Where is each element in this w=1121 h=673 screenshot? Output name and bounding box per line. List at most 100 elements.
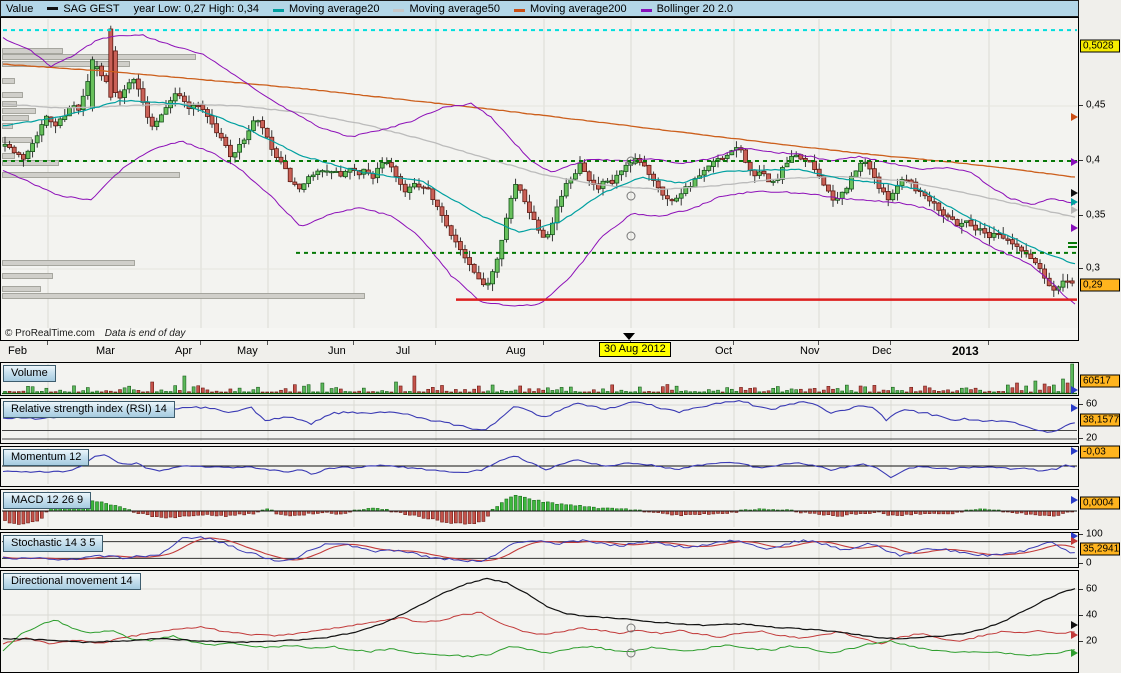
- momentum-value-box: -0,03: [1080, 446, 1120, 459]
- month-label-oct[interactable]: Oct: [715, 345, 732, 357]
- stochastic-panel-label[interactable]: Stochastic 14 3 5: [3, 535, 103, 552]
- legend-item-label: Moving average50: [409, 3, 500, 15]
- indicator-tick-mark: [1079, 438, 1083, 439]
- stochastic-chart-canvas[interactable]: [1, 533, 1078, 567]
- stochastic-value-box: 35,2941: [1080, 543, 1120, 556]
- indicator-tick-label: 0: [1086, 558, 1092, 569]
- momentum-chart-canvas[interactable]: [1, 447, 1078, 486]
- data-note: Data is end of day: [105, 328, 186, 339]
- selected-date-marker-icon: [623, 333, 635, 340]
- volume-panel[interactable]: Volume: [0, 362, 1079, 396]
- instrument-name: SAG GEST: [63, 3, 119, 15]
- moving-average200-swatch: [514, 9, 525, 12]
- macd-panel[interactable]: MACD 12 26 9: [0, 489, 1079, 530]
- time-axis-tick: [988, 341, 989, 345]
- year-range-label: year Low: 0,27 High: 0,34: [134, 3, 259, 15]
- rsi-panel-label[interactable]: Relative strength index (RSI) 14: [3, 401, 175, 418]
- price-tick-mark: [1079, 105, 1083, 106]
- indicator-tick-mark: [1079, 615, 1083, 616]
- directional-movement-panel[interactable]: Directional movement 14: [0, 570, 1079, 673]
- indicator-tick-mark: [1079, 563, 1083, 564]
- support-level-marker-icon: [1068, 246, 1077, 248]
- volume-value-box: 60517: [1080, 375, 1120, 388]
- ma20-level-marker-icon: [1071, 198, 1078, 206]
- macd-panel-label[interactable]: MACD 12 26 9: [3, 492, 91, 509]
- selected-date-label: 30 Aug 2012: [599, 342, 671, 357]
- di-plus-marker-icon: [1071, 649, 1078, 657]
- instrument-swatch: [47, 7, 58, 10]
- copyright-bar: © ProRealTime.com Data is end of day: [1, 328, 1078, 340]
- indicator-tick-label: 60: [1086, 584, 1097, 595]
- price-tick-label: 0,35: [1086, 210, 1105, 221]
- time-axis-tick: [47, 341, 48, 345]
- month-label-apr[interactable]: Apr: [175, 345, 192, 357]
- momentum-marker-icon: [1071, 447, 1078, 455]
- rsi-panel[interactable]: Relative strength index (RSI) 14: [0, 398, 1079, 444]
- price-tick-label: 0,4: [1086, 155, 1100, 166]
- price-axis-column[interactable]: 0,45 0,4 0,35 0,3 60 20 100 0 60 40 20 0,5028 0,29 60…: [1079, 17, 1121, 673]
- month-label-may[interactable]: May: [237, 345, 258, 357]
- price-chart-panel[interactable]: © ProRealTime.com Data is end of day: [0, 17, 1079, 341]
- volume-panel-label[interactable]: Volume: [3, 365, 56, 382]
- stochastic-panel[interactable]: Stochastic 14 3 5: [0, 532, 1079, 568]
- price-chart-canvas[interactable]: [1, 18, 1078, 340]
- indicator-tick-label: 20: [1086, 636, 1097, 647]
- month-label-dec[interactable]: Dec: [872, 345, 892, 357]
- time-axis-tick: [353, 341, 354, 345]
- stochastic-d-marker-icon: [1071, 537, 1078, 545]
- month-label-feb[interactable]: Feb: [8, 345, 27, 357]
- indicator-tick-mark: [1079, 589, 1083, 590]
- indicator-tick-label: 40: [1086, 610, 1097, 621]
- indicator-tick-label: 100: [1086, 529, 1103, 540]
- directional-movement-chart-canvas[interactable]: [1, 571, 1078, 672]
- price-tick-label: 0,45: [1086, 100, 1105, 111]
- ma200-level-marker-icon: [1071, 113, 1078, 121]
- bollinger-upper-marker-icon: [1071, 158, 1078, 166]
- indicator-tick-mark: [1079, 534, 1083, 535]
- month-label-jun[interactable]: Jun: [328, 345, 346, 357]
- moving-average50-swatch: [393, 9, 404, 12]
- month-label-mar[interactable]: Mar: [96, 345, 115, 357]
- macd-marker-icon: [1071, 496, 1078, 504]
- indicator-tick-mark: [1079, 404, 1083, 405]
- price-level-marker-icon: [1071, 189, 1078, 197]
- volume-chart-canvas[interactable]: [1, 363, 1078, 395]
- legend-item-label: Bollinger 20 2.0: [657, 3, 733, 15]
- time-axis-tick: [200, 341, 201, 345]
- price-tick-mark: [1079, 160, 1083, 161]
- di-minus-marker-icon: [1071, 631, 1078, 639]
- month-label-2013[interactable]: 2013: [952, 344, 979, 358]
- volume-marker-icon: [1071, 386, 1078, 394]
- macd-value-box: 0,0004: [1080, 497, 1120, 510]
- copyright-text: © ProRealTime.com: [5, 328, 95, 339]
- indicator-tick-label: 60: [1086, 399, 1097, 410]
- momentum-panel-label[interactable]: Momentum 12: [3, 449, 89, 466]
- adx-marker-icon: [1071, 621, 1078, 629]
- time-axis-tick: [267, 341, 268, 345]
- price-tick-mark: [1079, 268, 1083, 269]
- indicator-tick-label: 20: [1086, 433, 1097, 444]
- value-label: Value: [6, 3, 33, 15]
- rsi-marker-icon: [1071, 404, 1078, 412]
- chart-legend-toolbar: Value SAG GEST year Low: 0,27 High: 0,34…: [0, 0, 1079, 17]
- rsi-value-box: 38,1577: [1080, 414, 1120, 427]
- ma50-level-marker-icon: [1071, 206, 1078, 214]
- time-axis-tick: [435, 341, 436, 345]
- bollinger-20-2-0-swatch: [641, 9, 652, 12]
- last-price-box: 0,29: [1080, 279, 1120, 292]
- month-label-nov[interactable]: Nov: [800, 345, 820, 357]
- directional-movement-panel-label[interactable]: Directional movement 14: [3, 573, 141, 590]
- price-tick-mark: [1079, 215, 1083, 216]
- time-axis-tick: [543, 341, 544, 345]
- price-high-box: 0,5028: [1080, 40, 1120, 53]
- legend-item-label: Moving average20: [289, 3, 380, 15]
- month-label-jul[interactable]: Jul: [396, 345, 410, 357]
- legend-item-label: Moving average200: [530, 3, 627, 15]
- price-tick-label: 0,3: [1086, 263, 1100, 274]
- momentum-panel[interactable]: Momentum 12: [0, 446, 1079, 487]
- bollinger-lower-marker-icon: [1071, 224, 1078, 232]
- time-axis[interactable]: Feb Mar Apr May Jun Jul Aug Oct Nov Dec 2013: [0, 341, 1079, 362]
- month-label-aug[interactable]: Aug: [506, 345, 526, 357]
- moving-average20-swatch: [273, 9, 284, 12]
- macd-chart-canvas[interactable]: [1, 490, 1078, 529]
